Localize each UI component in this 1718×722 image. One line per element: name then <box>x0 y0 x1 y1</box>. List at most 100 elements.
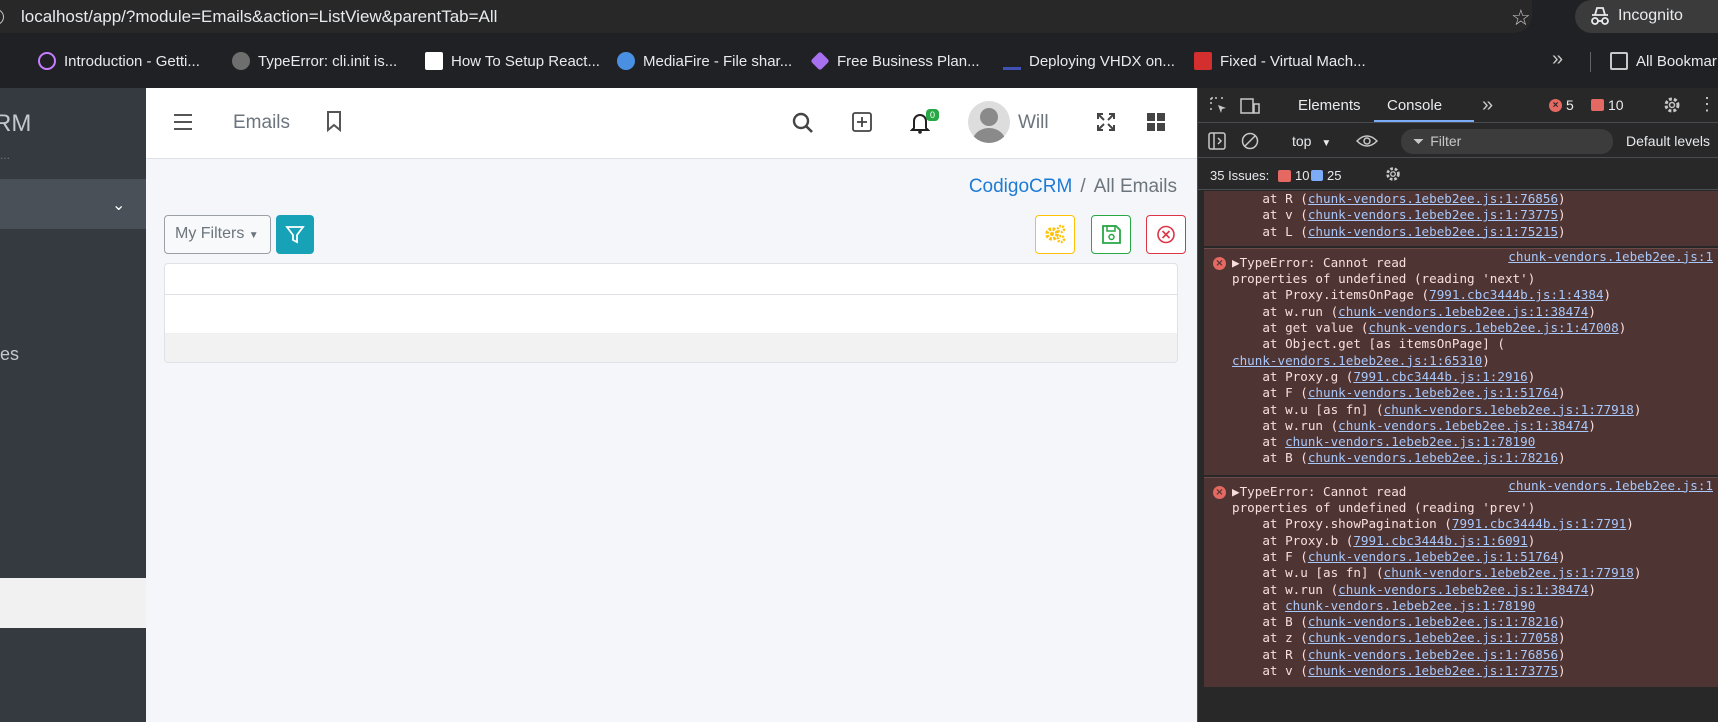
console-error-message[interactable]: × ▶TypeError: Cannot read chunk-vendors.1e… <box>1204 247 1718 475</box>
source-link[interactable]: chunk-vendors.1ebeb2ee.js:1:78216 <box>1308 450 1558 465</box>
source-link[interactable]: chunk-vendors.1ebeb2ee.js:1:78190 <box>1285 434 1535 449</box>
more-tabs-icon[interactable]: » <box>1482 94 1493 117</box>
source-link[interactable]: chunk-vendors.1ebeb2ee.js:1:38474 <box>1338 582 1588 597</box>
page-title[interactable]: Emails <box>233 112 290 134</box>
bookmark-item[interactable]: TypeError: cli.init is... <box>232 52 397 70</box>
tab-elements[interactable]: Elements <box>1298 97 1361 114</box>
error-icon: × <box>1549 98 1562 112</box>
warning-counter[interactable]: 10 <box>1591 97 1624 113</box>
source-link[interactable]: chunk-vendors.1ebeb2ee.js:1 <box>1508 478 1713 494</box>
bookmark-item[interactable]: MediaFire - File shar... <box>617 52 792 70</box>
bookmark-item[interactable]: How To Setup React... <box>425 52 600 70</box>
user-name[interactable]: Will <box>1018 112 1049 134</box>
gear-icon[interactable] <box>1662 95 1682 115</box>
inspect-element-icon[interactable] <box>1210 97 1228 115</box>
chevron-more-icon[interactable]: » <box>1552 48 1563 71</box>
sidebar-toggle-icon[interactable] <box>1208 132 1226 150</box>
brand-text[interactable]: RM <box>0 110 31 138</box>
source-link[interactable]: chunk-vendors.1ebeb2ee.js:1:75215 <box>1308 224 1558 239</box>
source-link[interactable]: chunk-vendors.1ebeb2ee.js:1 <box>1508 249 1713 265</box>
source-link[interactable]: chunk-vendors.1ebeb2ee.js:1:38474 <box>1338 418 1588 433</box>
breadcrumb-home-link[interactable]: CodigoCRM <box>969 176 1072 197</box>
source-link[interactable]: chunk-vendors.1ebeb2ee.js:1:65310 <box>1232 353 1482 368</box>
url-text[interactable]: localhost/app/?module=Emails&action=List… <box>21 7 497 27</box>
error-heading[interactable]: ▶TypeError: Cannot read chunk-vendors.1eb… <box>1204 478 1718 500</box>
error-heading[interactable]: ▶TypeError: Cannot read chunk-vendors.1eb… <box>1204 249 1718 271</box>
gear-icon[interactable] <box>1384 165 1402 183</box>
kebab-menu-icon[interactable]: ⋮ <box>1698 94 1716 115</box>
all-bookmarks[interactable]: All Bookmar <box>1610 52 1717 70</box>
source-link[interactable]: chunk-vendors.1ebeb2ee.js:1:38474 <box>1338 304 1588 319</box>
console-filter-input[interactable]: ⏷ Filter <box>1401 129 1613 154</box>
bookmark-item[interactable]: Introduction - Getti... <box>38 52 200 70</box>
bookmark-label: Introduction - Getti... <box>64 52 200 70</box>
console-text: properties of undefined (reading 'prev') <box>1232 500 1536 516</box>
active-tab-indicator <box>1374 120 1474 122</box>
tab-console[interactable]: Console <box>1387 97 1442 114</box>
avatar[interactable] <box>968 101 1010 143</box>
console-text: ) <box>1482 352 1490 368</box>
source-link[interactable]: 7991.cbc3444b.js:1:4384 <box>1429 287 1603 302</box>
error-counter[interactable]: × 5 <box>1549 97 1574 113</box>
issues-bar[interactable]: 35 Issues: 10 25 <box>1198 159 1718 190</box>
device-toolbar-icon[interactable] <box>1240 97 1260 115</box>
clear-button[interactable] <box>1146 215 1186 254</box>
context-label: top <box>1292 133 1312 149</box>
save-icon <box>1102 225 1121 244</box>
eye-icon[interactable] <box>1356 133 1378 149</box>
colorful-rings-icon <box>38 52 56 70</box>
bookmark-item[interactable]: Deploying VHDX on... <box>1003 52 1175 70</box>
source-link[interactable]: chunk-vendors.1ebeb2ee.js:1:76856 <box>1308 191 1558 206</box>
console-error-message[interactable]: × ▶TypeError: Cannot read chunk-vendors.1e… <box>1204 476 1718 688</box>
console-text: ) <box>1558 630 1566 646</box>
incognito-indicator[interactable]: Incognito <box>1575 0 1718 33</box>
grid-apps-icon[interactable] <box>1146 112 1166 132</box>
source-link[interactable]: chunk-vendors.1ebeb2ee.js:1:77918 <box>1384 565 1634 580</box>
source-link[interactable]: 7991.cbc3444b.js:1:6091 <box>1353 533 1527 548</box>
source-link[interactable]: chunk-vendors.1ebeb2ee.js:1:76856 <box>1308 647 1558 662</box>
context-selector[interactable]: top ▼ <box>1292 133 1331 149</box>
sidebar-item-highlight[interactable] <box>0 578 146 628</box>
source-link[interactable]: chunk-vendors.1ebeb2ee.js:1:78216 <box>1308 614 1558 629</box>
source-link[interactable]: 7991.cbc3444b.js:1:2916 <box>1353 369 1527 384</box>
source-link[interactable]: 7991.cbc3444b.js:1:7791 <box>1452 516 1626 531</box>
filter-button[interactable] <box>276 215 314 254</box>
console-line: chunk-vendors.1ebeb2ee.js:1:65310) <box>1204 353 1718 369</box>
console-text: ) <box>1558 385 1566 401</box>
console-text: ) <box>1588 303 1596 319</box>
bookmark-icon[interactable] <box>326 110 342 132</box>
console-line: at w.run (chunk-vendors.1ebeb2ee.js:1:38… <box>1204 418 1718 434</box>
my-filters-dropdown[interactable]: My Filters ▼ <box>164 215 271 254</box>
address-bar[interactable]: i localhost/app/?module=Emails&action=Li… <box>0 0 1532 33</box>
source-link[interactable]: chunk-vendors.1ebeb2ee.js:1:51764 <box>1308 385 1558 400</box>
source-link[interactable]: chunk-vendors.1ebeb2ee.js:1:78190 <box>1285 598 1535 613</box>
console-text: at w.run ( <box>1232 417 1339 433</box>
bookmark-item[interactable]: Free Business Plan... <box>810 51 980 71</box>
sidebar-item-label[interactable]: es <box>0 344 19 365</box>
site-info-icon[interactable]: i <box>0 9 4 25</box>
source-link[interactable]: chunk-vendors.1ebeb2ee.js:1:77918 <box>1384 402 1634 417</box>
console-text: at <box>1232 597 1286 613</box>
save-button[interactable] <box>1091 215 1131 254</box>
add-square-icon[interactable] <box>852 112 872 132</box>
issues-label: 35 Issues: <box>1210 168 1270 183</box>
clear-console-icon[interactable] <box>1241 132 1259 150</box>
source-link[interactable]: chunk-vendors.1ebeb2ee.js:1:73775 <box>1308 207 1558 222</box>
sidebar-item-active[interactable]: ⌄ <box>0 179 146 229</box>
source-link[interactable]: chunk-vendors.1ebeb2ee.js:1:47008 <box>1368 320 1618 335</box>
star-icon[interactable]: ☆ <box>1511 5 1531 31</box>
gears-icon <box>1045 224 1066 244</box>
settings-button[interactable] <box>1035 215 1075 254</box>
fullscreen-icon[interactable] <box>1096 112 1116 132</box>
issues-error-count: 10 <box>1295 168 1310 183</box>
source-link[interactable]: chunk-vendors.1ebeb2ee.js:1:77058 <box>1308 630 1558 645</box>
bookmarks-bar: Introduction - Getti... TypeError: cli.i… <box>0 36 1718 88</box>
issue-flag-icon <box>1591 99 1604 111</box>
search-icon[interactable] <box>792 112 814 134</box>
source-link[interactable]: chunk-vendors.1ebeb2ee.js:1:51764 <box>1308 549 1558 564</box>
source-link[interactable]: chunk-vendors.1ebeb2ee.js:1:73775 <box>1308 663 1558 678</box>
log-levels-dropdown[interactable]: Default levels <box>1626 133 1710 149</box>
bookmark-item[interactable]: Fixed - Virtual Mach... <box>1194 52 1366 70</box>
mediafire-icon <box>617 52 635 70</box>
hamburger-menu-icon[interactable] <box>174 114 192 130</box>
